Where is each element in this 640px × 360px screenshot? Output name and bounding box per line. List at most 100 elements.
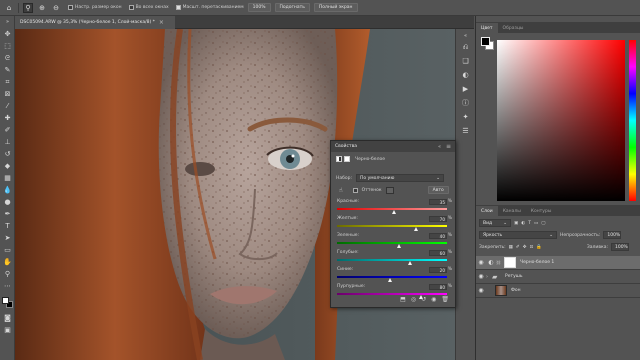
visibility-eye-icon[interactable]: ◉	[476, 273, 486, 280]
tab-paths[interactable]: Контуры	[526, 206, 557, 216]
pen-tool-icon[interactable]: ✒	[3, 210, 12, 219]
clone-stamp-tool-icon[interactable]: ⊥	[3, 138, 12, 147]
collapse-icon[interactable]: «	[438, 144, 441, 150]
scrubby-zoom-option[interactable]: Масшт. перетаскиванием	[175, 5, 244, 10]
lock-artboard-icon[interactable]: ⊡	[529, 245, 533, 250]
properties-panel-header[interactable]: Свойства « ≡	[331, 141, 455, 152]
path-select-tool-icon[interactable]: ➤	[3, 234, 12, 243]
zoom-tool-icon[interactable]: ⚲	[23, 2, 33, 13]
slider-value-input[interactable]: 35	[429, 199, 447, 205]
lock-position-icon[interactable]: ✥	[523, 245, 527, 250]
foreground-color-swatch[interactable]	[481, 37, 490, 46]
zoom-100-button[interactable]: 100%	[247, 3, 271, 12]
blend-mode-dropdown[interactable]: Яркость ⌄	[479, 231, 557, 239]
toggle-visibility-icon[interactable]: ◉	[431, 296, 436, 303]
zoom-out-icon[interactable]: ⊖	[51, 3, 61, 13]
layer-item[interactable]: ◉ Фон	[476, 284, 640, 298]
checkbox[interactable]	[175, 5, 181, 10]
zoom-in-icon[interactable]: ⊕	[37, 3, 47, 13]
chain-link-icon[interactable]: ⛓	[496, 260, 501, 265]
eraser-tool-icon[interactable]: ◆	[3, 162, 12, 171]
clip-to-layer-icon[interactable]: ⬒	[400, 296, 406, 303]
filter-type-icon[interactable]: T	[528, 221, 531, 226]
rectangle-tool-icon[interactable]: ▭	[3, 246, 12, 255]
filter-shape-icon[interactable]: ▭	[534, 221, 538, 226]
tab-layers[interactable]: Слои	[476, 206, 498, 216]
slider-track[interactable]	[337, 242, 447, 244]
info-icon[interactable]: ⓘ	[461, 99, 470, 108]
history-icon[interactable]: ⎌	[461, 43, 470, 52]
actions-icon[interactable]: ▶	[461, 85, 470, 94]
hue-slider[interactable]	[629, 40, 636, 201]
fit-screen-button[interactable]: Подогнать	[274, 3, 310, 12]
more-tools-icon[interactable]: ⋯	[3, 282, 12, 291]
checkbox[interactable]	[128, 5, 134, 10]
slider-thumb[interactable]	[414, 227, 419, 231]
tab-swatches[interactable]: Образцы	[498, 23, 529, 33]
panel-menu-icon[interactable]: ≡	[446, 143, 451, 150]
slider-value-input[interactable]: 80	[429, 284, 447, 290]
tab-color[interactable]: Цвет	[476, 23, 498, 33]
layer-mask-thumbnail[interactable]	[504, 257, 516, 268]
gradient-tool-icon[interactable]: ▦	[3, 174, 12, 183]
properties-icon[interactable]: ☰	[461, 127, 470, 136]
lock-pixels-icon[interactable]: ✐	[516, 245, 520, 250]
healing-brush-tool-icon[interactable]: ✚	[3, 114, 12, 123]
frame-tool-icon[interactable]: ⊠	[3, 90, 12, 99]
move-tool-icon[interactable]: ✥	[3, 30, 12, 39]
delete-icon[interactable]: 🗑	[441, 296, 449, 303]
layer-item[interactable]: ◉ ◐ ⛓ Черно-белое 1	[476, 256, 640, 270]
slider-track[interactable]	[337, 259, 447, 261]
dodge-tool-icon[interactable]: ●	[3, 198, 12, 207]
screen-mode-icon[interactable]: ▣	[3, 326, 12, 335]
filter-pixel-icon[interactable]: ▣	[514, 221, 518, 226]
mask-icon[interactable]	[344, 156, 350, 162]
slider-track[interactable]	[337, 293, 447, 295]
slider-thumb[interactable]	[407, 261, 412, 265]
auto-button[interactable]: Авто	[427, 186, 449, 194]
opacity-input[interactable]: 100%	[603, 231, 622, 239]
zoom-tool-icon[interactable]: ⚲	[3, 270, 12, 279]
visibility-eye-icon[interactable]: ◉	[476, 259, 486, 266]
history-brush-tool-icon[interactable]: ↺	[3, 150, 12, 159]
layer-filter-dropdown[interactable]: Вид ⌄	[479, 219, 511, 227]
slider-value-input[interactable]: 60	[429, 250, 447, 256]
document-tab[interactable]: DSC05094.ARW @ 35,3% (Черно-белое 1, Сло…	[15, 16, 175, 29]
tab-channels[interactable]: Каналы	[498, 206, 526, 216]
brush-settings-icon[interactable]: ✦	[461, 113, 470, 122]
targeted-adjustment-hand-icon[interactable]: ☝	[339, 187, 343, 194]
filter-adjustment-icon[interactable]: ◐	[521, 221, 525, 226]
collapse-icon[interactable]: «	[461, 32, 470, 41]
layer-item[interactable]: ◉ › ▰ Ретушь	[476, 270, 640, 284]
slider-thumb[interactable]	[392, 210, 397, 214]
slider-track[interactable]	[337, 276, 447, 278]
quick-mask-icon[interactable]: ◙	[3, 314, 12, 323]
checkbox[interactable]	[68, 5, 73, 10]
reset-icon[interactable]: ↺	[421, 296, 426, 303]
lasso-tool-icon[interactable]: ᘓ	[3, 54, 12, 63]
type-tool-icon[interactable]: T	[3, 222, 12, 231]
adjustments-icon[interactable]: ◐	[461, 71, 470, 80]
collapse-icon[interactable]: »	[3, 18, 12, 27]
slider-value-input[interactable]: 70	[429, 216, 447, 222]
lock-transparency-icon[interactable]: ▦	[509, 245, 513, 250]
crop-tool-icon[interactable]: ⌗	[3, 78, 12, 87]
brush-tool-icon[interactable]: ✐	[3, 126, 12, 135]
marquee-tool-icon[interactable]: ⬚	[3, 42, 12, 51]
slider-value-input[interactable]: 20	[429, 267, 447, 273]
filter-smart-icon[interactable]: ▢	[541, 221, 545, 226]
slider-track[interactable]	[337, 225, 447, 227]
all-windows-option[interactable]: Во всех окнах	[128, 5, 169, 10]
quick-select-tool-icon[interactable]: ✎	[3, 66, 12, 75]
fill-screen-button[interactable]: Полный экран	[313, 3, 358, 12]
tint-checkbox[interactable]	[352, 187, 358, 193]
slider-value-input[interactable]: 40	[429, 233, 447, 239]
slider-thumb[interactable]	[387, 278, 392, 282]
blur-tool-icon[interactable]: 💧	[3, 186, 12, 195]
slider-thumb[interactable]	[396, 244, 401, 248]
foreground-color-swatch[interactable]	[2, 297, 9, 304]
libraries-icon[interactable]: ❑	[461, 57, 470, 66]
color-field[interactable]	[497, 40, 625, 201]
home-icon[interactable]: ⌂	[4, 3, 14, 13]
tint-color-swatch[interactable]	[385, 186, 394, 194]
